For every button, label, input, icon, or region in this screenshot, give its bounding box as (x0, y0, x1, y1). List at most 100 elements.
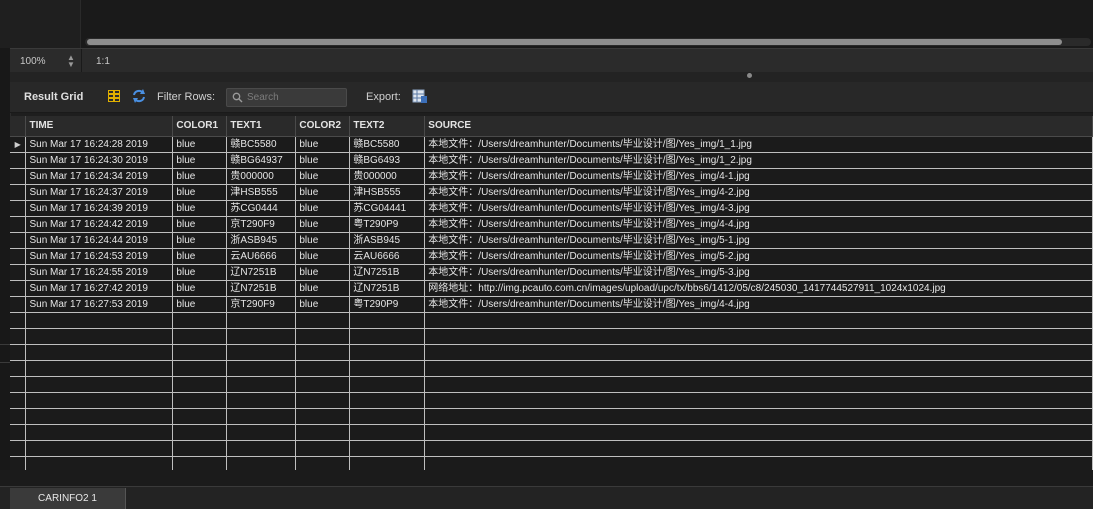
cell-text1[interactable]: 贵000000 (226, 168, 297, 185)
column-header-text2[interactable]: TEXT2 (349, 116, 426, 137)
cell-text2[interactable] (349, 360, 426, 377)
cell-source[interactable] (424, 376, 1093, 393)
column-header-text1[interactable]: TEXT1 (226, 116, 297, 137)
table-row[interactable]: Sun Mar 17 16:24:44 2019 blue 浙ASB945 blue 浙… (10, 232, 1093, 249)
cell-text1[interactable] (226, 344, 297, 361)
row-marker-cell[interactable] (10, 360, 27, 377)
cell-text2[interactable]: 津HSB555 (349, 184, 426, 201)
scrollbar-thumb[interactable] (87, 39, 1062, 45)
cell-color2[interactable] (295, 328, 351, 345)
cell-text2[interactable]: 辽N7251B (349, 264, 426, 281)
cell-text2[interactable]: 苏CG04441 (349, 200, 426, 217)
cell-text2[interactable] (349, 328, 426, 345)
row-marker-cell[interactable] (10, 328, 27, 345)
cell-color2[interactable] (295, 456, 351, 470)
empty-table-row[interactable] (10, 328, 1093, 345)
zoom-level[interactable]: 100% (20, 56, 46, 67)
cell-text1[interactable]: 云AU6666 (226, 248, 297, 265)
cell-time[interactable] (25, 360, 174, 377)
cell-text1[interactable]: 浙ASB945 (226, 232, 297, 249)
cell-color1[interactable] (172, 360, 228, 377)
cell-source[interactable]: 本地文件：/Users/dreamhunter/Documents/毕业设计/图… (424, 136, 1093, 153)
cell-source[interactable] (424, 424, 1093, 441)
cell-text1[interactable]: 津HSB555 (226, 184, 297, 201)
cell-text1[interactable]: 京T290F9 (226, 216, 297, 233)
cell-text1[interactable] (226, 392, 297, 409)
cell-source[interactable] (424, 360, 1093, 377)
cell-time[interactable] (25, 440, 174, 457)
cell-color2[interactable]: blue (295, 184, 351, 201)
cell-source[interactable]: 本地文件：/Users/dreamhunter/Documents/毕业设计/图… (424, 168, 1093, 185)
cell-time[interactable] (25, 376, 174, 393)
cell-color1[interactable]: blue (172, 264, 228, 281)
empty-table-row[interactable] (10, 440, 1093, 457)
cell-color1[interactable] (172, 312, 228, 329)
cell-color1[interactable] (172, 344, 228, 361)
cell-color2[interactable] (295, 344, 351, 361)
refresh-icon[interactable] (131, 88, 147, 104)
cell-text1[interactable] (226, 408, 297, 425)
cell-color1[interactable]: blue (172, 216, 228, 233)
column-header-color1[interactable]: COLOR1 (172, 116, 228, 137)
cell-text2[interactable]: 云AU6666 (349, 248, 426, 265)
cell-time[interactable] (25, 328, 174, 345)
row-marker-cell[interactable] (10, 216, 27, 233)
cell-color1[interactable] (172, 376, 228, 393)
cell-text2[interactable]: 粤T290P9 (349, 296, 426, 313)
cell-color2[interactable]: blue (295, 168, 351, 185)
cell-text2[interactable] (349, 392, 426, 409)
cell-color2[interactable]: blue (295, 216, 351, 233)
cell-color1[interactable]: blue (172, 280, 228, 297)
table-row[interactable]: Sun Mar 17 16:27:42 2019 blue 辽N7251B blue 辽… (10, 280, 1093, 297)
row-marker-cell[interactable] (10, 200, 27, 217)
cell-color2[interactable]: blue (295, 296, 351, 313)
cell-color2[interactable] (295, 312, 351, 329)
row-marker-cell[interactable] (10, 408, 27, 425)
cell-color2[interactable]: blue (295, 152, 351, 169)
row-marker-cell[interactable] (10, 344, 27, 361)
cell-text2[interactable] (349, 408, 426, 425)
row-marker-cell[interactable] (10, 184, 27, 201)
table-row[interactable]: Sun Mar 17 16:24:30 2019 blue 赣BG64937 blue… (10, 152, 1093, 169)
cell-text1[interactable] (226, 360, 297, 377)
row-pointer-icon[interactable]: ▶ (10, 136, 27, 153)
cell-source[interactable] (424, 392, 1093, 409)
cell-text2[interactable] (349, 376, 426, 393)
row-marker-cell[interactable] (10, 392, 27, 409)
cell-text1[interactable]: 赣BC5580 (226, 136, 297, 153)
cell-source[interactable]: 本地文件：/Users/dreamhunter/Documents/毕业设计/图… (424, 200, 1093, 217)
row-marker-cell[interactable] (10, 264, 27, 281)
cell-text2[interactable] (349, 344, 426, 361)
row-marker-cell[interactable] (10, 280, 27, 297)
empty-table-row[interactable] (10, 408, 1093, 425)
cell-color2[interactable] (295, 408, 351, 425)
cell-color1[interactable] (172, 408, 228, 425)
cell-source[interactable]: 网络地址：http://img.pcauto.com.cn/images/upl… (424, 280, 1093, 297)
cell-source[interactable]: 本地文件：/Users/dreamhunter/Documents/毕业设计/图… (424, 264, 1093, 281)
filter-search-input[interactable] (247, 90, 341, 104)
panel-splitter[interactable] (10, 72, 1093, 82)
cell-text1[interactable] (226, 456, 297, 470)
cell-color1[interactable] (172, 440, 228, 457)
cell-text1[interactable] (226, 312, 297, 329)
cell-time[interactable]: Sun Mar 17 16:24:44 2019 (25, 232, 174, 249)
editor-horizontal-scrollbar[interactable] (85, 38, 1091, 46)
cell-time[interactable] (25, 408, 174, 425)
column-header-source[interactable]: SOURCE (424, 116, 1093, 137)
cell-time[interactable]: Sun Mar 17 16:24:30 2019 (25, 152, 174, 169)
cell-text1[interactable]: 辽N7251B (226, 280, 297, 297)
table-row[interactable]: ▶ Sun Mar 17 16:24:28 2019 blue 赣BC5580 blue… (10, 136, 1093, 153)
row-marker-cell[interactable] (10, 296, 27, 313)
filter-search-box[interactable] (226, 88, 347, 107)
row-marker-cell[interactable] (10, 424, 27, 441)
cell-time[interactable]: Sun Mar 17 16:24:53 2019 (25, 248, 174, 265)
cell-time[interactable]: Sun Mar 17 16:24:39 2019 (25, 200, 174, 217)
table-row[interactable]: Sun Mar 17 16:24:42 2019 blue 京T290F9 blue 粤… (10, 216, 1093, 233)
row-marker-cell[interactable] (10, 312, 27, 329)
cell-source[interactable] (424, 408, 1093, 425)
cell-text2[interactable]: 浙ASB945 (349, 232, 426, 249)
cell-color1[interactable] (172, 328, 228, 345)
table-row[interactable]: Sun Mar 17 16:24:37 2019 blue 津HSB555 blue 津… (10, 184, 1093, 201)
cell-color1[interactable]: blue (172, 232, 228, 249)
cell-text2[interactable]: 粤T290P9 (349, 216, 426, 233)
